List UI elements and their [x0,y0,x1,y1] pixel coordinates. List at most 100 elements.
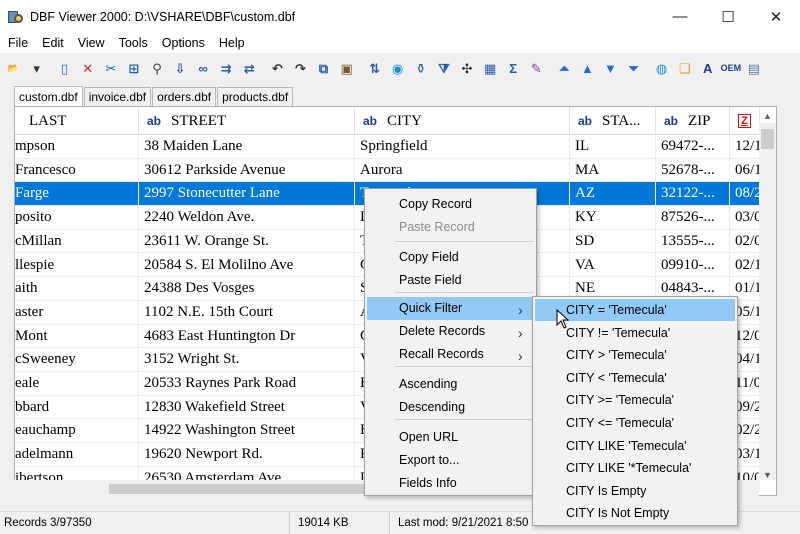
table-cell[interactable]: 4683 East Huntington Dr [139,324,355,349]
find-icon[interactable]: ⚲ [147,59,166,78]
table-cell[interactable]: 12/1 [730,135,760,159]
table-cell[interactable]: 38 Maiden Lane [139,135,355,159]
menu-help[interactable]: Help [212,36,252,50]
new-file-icon[interactable]: ▯ [55,59,74,78]
globe-icon[interactable]: ◍ [652,59,671,78]
table-cell[interactable]: Aurora [355,158,570,183]
table-cell[interactable]: 87526-... [656,206,730,230]
pen-icon[interactable]: ✎ [527,59,546,78]
table-cell[interactable]: 03/0 [730,206,760,230]
table-cell[interactable]: cMillan [15,229,139,254]
context-menu-item-export-to[interactable]: Export to... [399,449,459,472]
horizontal-scroll-thumb[interactable] [109,484,369,494]
table-cell[interactable]: KY [570,206,656,230]
scroll-up-icon[interactable]: ▲ [759,111,776,121]
column-header-state[interactable]: ab STA... [570,107,656,135]
table-cell[interactable]: 13555-... [656,229,730,254]
table-cell[interactable]: 12830 Wakefield Street [139,395,355,420]
quick-filter-item[interactable]: CITY LIKE 'Temecula' [566,435,687,457]
table-cell[interactable]: 1102 N.E. 15th Court [139,300,355,325]
table-cell[interactable]: Francesco [15,158,139,183]
table-cell[interactable]: Mont [15,324,139,349]
table-cell[interactable]: mpson [15,135,139,159]
context-menu-item-descending[interactable]: Descending [399,396,465,419]
menu-options[interactable]: Options [155,36,212,50]
column-header-street[interactable]: ab STREET [139,107,355,135]
menu-file[interactable]: File [0,36,35,50]
delete-icon[interactable]: ✕ [78,59,97,78]
table-cell[interactable]: 32122-... [656,182,730,207]
tab-custom[interactable]: custom.dbf [14,86,83,106]
table-cell[interactable]: posito [15,206,139,230]
table-cell[interactable]: 69472-... [656,135,730,159]
table-cell[interactable]: 3152 Wright St. [139,348,355,372]
table-cell[interactable]: 14922 Washington Street [139,419,355,444]
dropdown-arrow-icon[interactable]: ▾ [27,59,46,78]
table-cell[interactable]: 52678-... [656,158,730,183]
table-cell[interactable]: 06/1 [730,158,760,183]
vertical-scrollbar[interactable]: ▲ ▼ [759,111,776,480]
context-menu-item-copy-field[interactable]: Copy Field [399,246,459,269]
table-cell[interactable]: AZ [570,182,656,207]
binoculars-icon[interactable]: ∞ [194,59,213,78]
redo-icon[interactable]: ↷ [291,59,310,78]
menu-view[interactable]: View [71,36,112,50]
quick-filter-item[interactable]: CITY > 'Temecula' [566,344,667,366]
tab-products[interactable]: products.dbf [217,87,294,106]
tab-orders[interactable]: orders.dbf [152,87,217,106]
replace-icon[interactable]: ⇄ [240,59,259,78]
table-cell[interactable]: 20533 Raynes Park Road [139,372,355,396]
oem-icon[interactable]: OEM [721,59,742,78]
table-cell[interactable]: 23611 W. Orange St. [139,229,355,254]
cut-icon[interactable]: ✂ [101,59,120,78]
quick-filter-item[interactable]: CITY < 'Temecula' [566,367,667,389]
table-cell[interactable]: IL [570,135,656,159]
table-cell[interactable]: cSweeney [15,348,139,372]
go-record-icon[interactable]: ⇩ [171,59,190,78]
table-cell[interactable]: 02/0 [730,229,760,254]
comment-icon[interactable]: ◉ [388,59,407,78]
table-cell[interactable]: 30612 Parkside Avenue [139,158,355,183]
table-cell[interactable]: adelmann [15,443,139,467]
table-cell[interactable]: eauchamp [15,419,139,444]
report-icon[interactable]: ▤ [744,59,763,78]
context-menu-item-recall-records[interactable]: Recall Records [399,343,484,366]
context-menu-item-delete-records[interactable]: Delete Records [399,320,485,343]
sum-icon[interactable]: Σ [504,59,523,78]
column-header-zip[interactable]: ab ZIP [656,107,730,135]
table-cell[interactable]: eale [15,372,139,396]
filter-icon[interactable]: ⚱ [411,59,430,78]
quick-filter-item[interactable]: CITY != 'Temecula' [566,322,670,344]
funnel-icon[interactable]: ⧩ [434,59,453,78]
table-row[interactable]: mpson 38 Maiden Lane Springfield IL 69472-..… [15,135,760,159]
table-cell[interactable]: 24388 Des Vosges [139,277,355,301]
first-record-icon[interactable]: ⏶ [555,59,574,78]
context-menu-item-fields-info[interactable]: Fields Info [399,472,457,495]
context-menu-item-copy-record[interactable]: Copy Record [399,193,472,216]
maximize-button[interactable]: ☐ [704,0,752,33]
table-cell[interactable]: 09910-... [656,253,730,278]
menu-tools[interactable]: Tools [112,36,155,50]
find-next-icon[interactable]: ⇉ [217,59,236,78]
quick-filter-item[interactable]: CITY Is Empty [566,480,646,502]
table-row[interactable]: Francesco 30612 Parkside Avenue Aurora MA 52… [15,158,760,183]
notes-icon[interactable]: ❑ [675,59,694,78]
vertical-scroll-thumb[interactable] [761,129,774,149]
table-cell[interactable]: 2240 Weldon Ave. [139,206,355,230]
table-cell[interactable]: Farge [15,182,139,207]
structure-icon[interactable]: ⊞ [124,59,143,78]
paste-icon[interactable]: ▣ [337,59,356,78]
table-cell[interactable]: llespie [15,253,139,278]
quick-filter-item[interactable]: CITY <= 'Temecula' [566,412,674,434]
table-cell[interactable]: aster [15,300,139,325]
scroll-down-icon[interactable]: ▼ [759,470,776,480]
table-cell[interactable]: SD [570,229,656,254]
table-cell[interactable]: 20584 S. El Molilno Ave [139,253,355,278]
quick-filter-item[interactable]: CITY = 'Temecula' [566,299,667,321]
column-header-last[interactable]: LAST [15,107,139,135]
context-menu-item-paste-field[interactable]: Paste Field [399,269,462,292]
table-cell[interactable]: VA [570,253,656,278]
quick-filter-item[interactable]: CITY >= 'Temecula' [566,389,674,411]
table-cell[interactable]: 08/2 [730,182,760,207]
context-menu-item-open-url[interactable]: Open URL [399,426,458,449]
